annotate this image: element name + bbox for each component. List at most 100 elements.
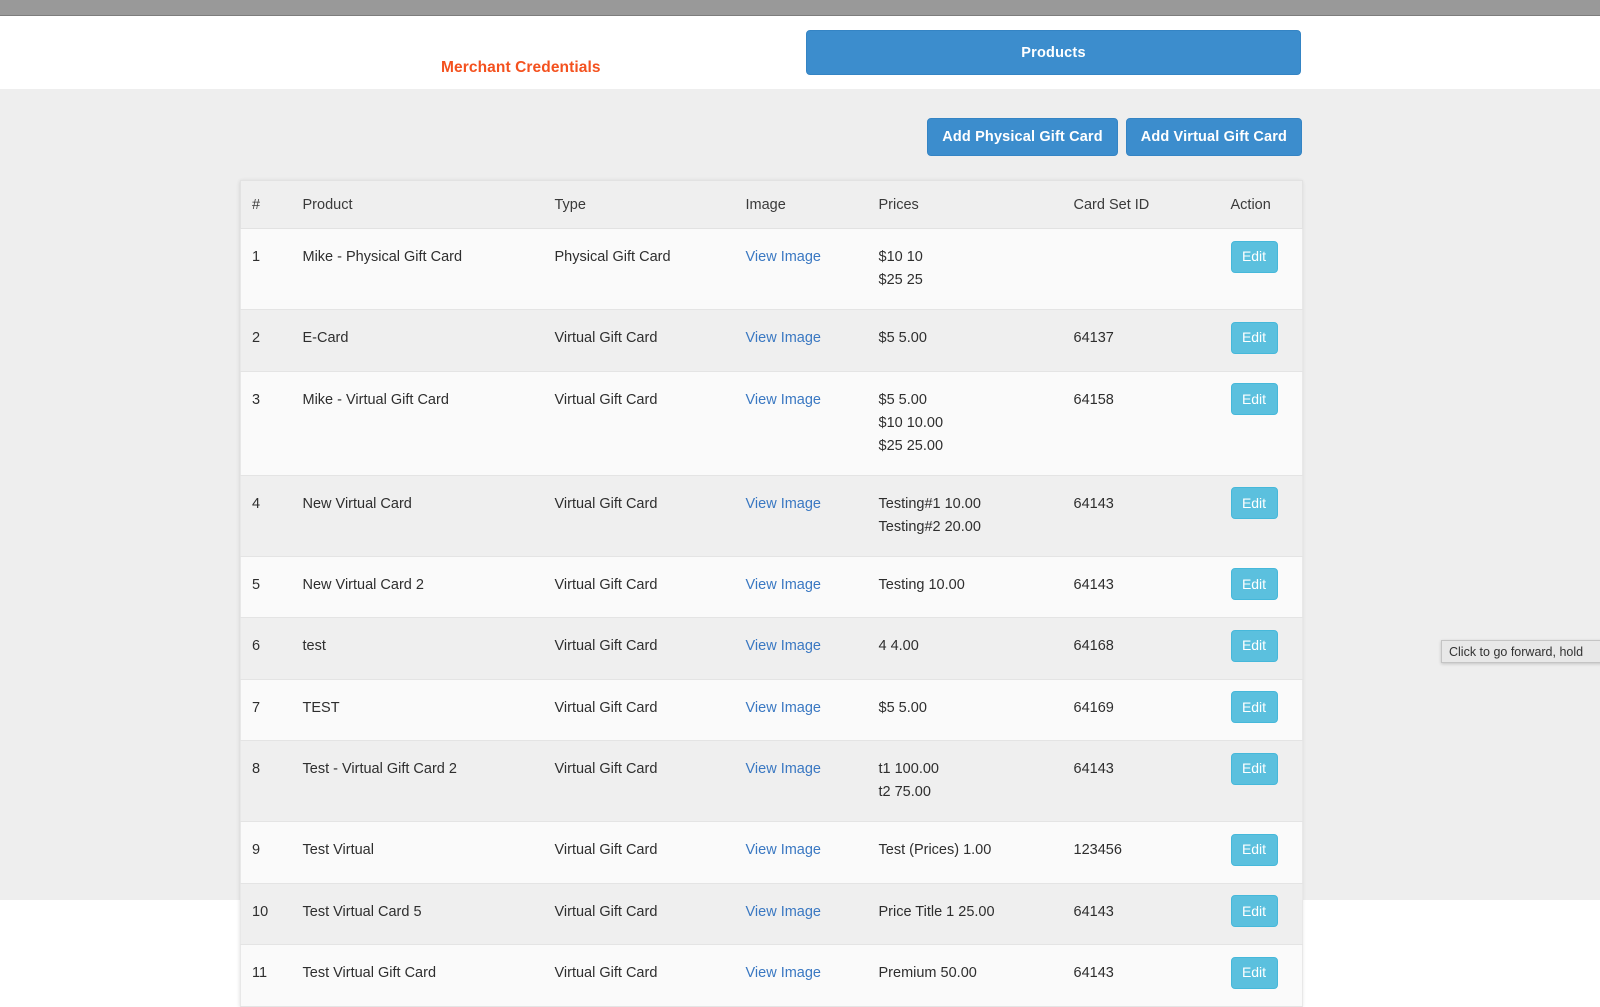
table-header-row: # Product Type Image Prices Card Set ID … — [240, 180, 1303, 229]
edit-button[interactable]: Edit — [1230, 833, 1278, 866]
view-image-link[interactable]: View Image — [746, 249, 822, 265]
view-image-link[interactable]: View Image — [746, 392, 822, 408]
cell-prices: $5 5.00 — [878, 309, 1074, 372]
cell-product-name: New Virtual Card 2 — [296, 556, 555, 618]
table-row: 6 test Virtual Gift Card View Image 4 4.00 64… — [240, 617, 1303, 680]
tab-products[interactable]: Products — [806, 30, 1301, 75]
add-virtual-gift-card-button[interactable]: Add Virtual Gift Card — [1125, 118, 1302, 156]
cell-product-type: Virtual Gift Card — [554, 309, 746, 372]
edit-button[interactable]: Edit — [1230, 568, 1278, 600]
cell-action: Edit — [1230, 821, 1303, 884]
cell-product-type: Virtual Gift Card — [554, 371, 746, 476]
site-nav-header: Merchant Credentials Products — [0, 17, 1600, 89]
page-content-area: Add Physical Gift Card Add Virtual Gift … — [0, 89, 1600, 1007]
cell-row-number: 6 — [240, 617, 297, 680]
edit-button[interactable]: Edit — [1230, 691, 1278, 723]
view-image-link[interactable]: View Image — [746, 577, 822, 593]
cell-card-set-id: 123456 — [1073, 821, 1231, 884]
cell-card-set-id: 64137 — [1073, 309, 1231, 372]
cell-prices: Price Title 1 25.00 — [878, 883, 1074, 945]
edit-button[interactable]: Edit — [1230, 240, 1278, 273]
cell-image: View Image — [745, 228, 879, 310]
cell-product-type: Virtual Gift Card — [554, 556, 746, 618]
price-line: $5 5.00 — [878, 330, 927, 346]
add-physical-gift-card-button[interactable]: Add Physical Gift Card — [927, 118, 1118, 156]
cell-prices: 4 4.00 — [878, 617, 1074, 680]
cell-product-type: Virtual Gift Card — [554, 944, 746, 1007]
price-line: Price Title 1 25.00 — [878, 903, 995, 920]
products-table: # Product Type Image Prices Card Set ID … — [240, 180, 1303, 1007]
cell-action: Edit — [1230, 556, 1303, 618]
table-row: 5 New Virtual Card 2 Virtual Gift Card View… — [240, 556, 1303, 618]
cell-action: Edit — [1230, 371, 1303, 476]
view-image-link[interactable]: View Image — [746, 965, 822, 981]
cell-row-number: 10 — [240, 883, 297, 945]
column-header-image: Image — [745, 180, 879, 229]
table-row: 4 New Virtual Card Virtual Gift Card View I… — [240, 475, 1303, 557]
cell-image: View Image — [745, 556, 879, 618]
cell-image: View Image — [745, 944, 879, 1007]
edit-button[interactable]: Edit — [1230, 956, 1278, 989]
cell-action: Edit — [1230, 228, 1303, 310]
cell-product-type: Virtual Gift Card — [554, 883, 746, 945]
price-line: $25 25.00 — [878, 437, 944, 454]
products-table-container: # Product Type Image Prices Card Set ID … — [240, 180, 1303, 1007]
cell-action: Edit — [1230, 617, 1303, 680]
cell-image: View Image — [745, 821, 879, 884]
table-row: 8 Test - Virtual Gift Card 2 Virtual Gift … — [240, 740, 1303, 822]
table-row: 11 Test Virtual Gift Card Virtual Gift Car… — [240, 944, 1303, 1007]
price-line: $25 25 — [878, 272, 923, 288]
price-line: $5 5.00 — [878, 699, 927, 716]
price-line: Premium 50.00 — [878, 965, 977, 981]
view-image-link[interactable]: View Image — [746, 496, 822, 512]
cell-prices: Premium 50.00 — [878, 944, 1074, 1007]
price-line: t2 75.00 — [878, 784, 931, 800]
cell-image: View Image — [745, 679, 879, 741]
cell-product-name: E-Card — [296, 309, 555, 372]
cell-product-name: Test - Virtual Gift Card 2 — [296, 740, 555, 822]
price-line: Test (Prices) 1.00 — [878, 842, 992, 858]
cell-prices: $5 5.00 $10 10.00 $25 25.00 — [878, 371, 1074, 476]
cell-action: Edit — [1230, 679, 1303, 741]
view-image-link[interactable]: View Image — [746, 904, 822, 920]
cell-product-name: New Virtual Card — [296, 475, 555, 557]
cell-action: Edit — [1230, 740, 1303, 822]
nav-link-merchant-credentials[interactable]: Merchant Credentials — [441, 59, 601, 77]
cell-card-set-id: 64168 — [1073, 617, 1231, 680]
cell-prices: Test (Prices) 1.00 — [878, 821, 1074, 884]
cell-row-number: 5 — [240, 556, 297, 618]
view-image-link[interactable]: View Image — [746, 842, 822, 858]
edit-button[interactable]: Edit — [1230, 321, 1278, 354]
cell-prices: $5 5.00 — [878, 679, 1074, 741]
view-image-link[interactable]: View Image — [746, 330, 822, 346]
table-body: 1 Mike - Physical Gift Card Physical Gift … — [240, 228, 1303, 1007]
cell-row-number: 11 — [240, 944, 297, 1007]
cell-card-set-id: 64158 — [1073, 371, 1231, 476]
cell-prices: t1 100.00 t2 75.00 — [878, 740, 1074, 822]
price-line: Testing#1 10.00 — [878, 495, 981, 512]
edit-button[interactable]: Edit — [1230, 487, 1278, 519]
edit-button[interactable]: Edit — [1230, 383, 1278, 415]
browser-chrome-bar — [0, 0, 1600, 16]
cell-product-name: Test Virtual — [296, 821, 555, 884]
cell-row-number: 7 — [240, 679, 297, 741]
cell-image: View Image — [745, 883, 879, 945]
view-image-link[interactable]: View Image — [746, 700, 822, 716]
table-row: 10 Test Virtual Card 5 Virtual Gift Card Vi… — [240, 883, 1303, 945]
cell-card-set-id: 64143 — [1073, 740, 1231, 822]
column-header-type: Type — [554, 180, 746, 229]
table-row: 7 TEST Virtual Gift Card View Image $5 5.00 6… — [240, 679, 1303, 741]
cell-card-set-id: 64169 — [1073, 679, 1231, 741]
cell-row-number: 3 — [240, 371, 297, 476]
table-row: 9 Test Virtual Virtual Gift Card View Image… — [240, 821, 1303, 884]
cell-image: View Image — [745, 475, 879, 557]
view-image-link[interactable]: View Image — [746, 638, 822, 654]
table-row: 3 Mike - Virtual Gift Card Virtual Gift Ca… — [240, 371, 1303, 476]
edit-button[interactable]: Edit — [1230, 752, 1278, 785]
cell-action: Edit — [1230, 475, 1303, 557]
cell-card-set-id: 64143 — [1073, 944, 1231, 1007]
edit-button[interactable]: Edit — [1230, 629, 1278, 662]
cell-image: View Image — [745, 371, 879, 476]
view-image-link[interactable]: View Image — [746, 761, 822, 777]
column-header-product: Product — [296, 180, 555, 229]
